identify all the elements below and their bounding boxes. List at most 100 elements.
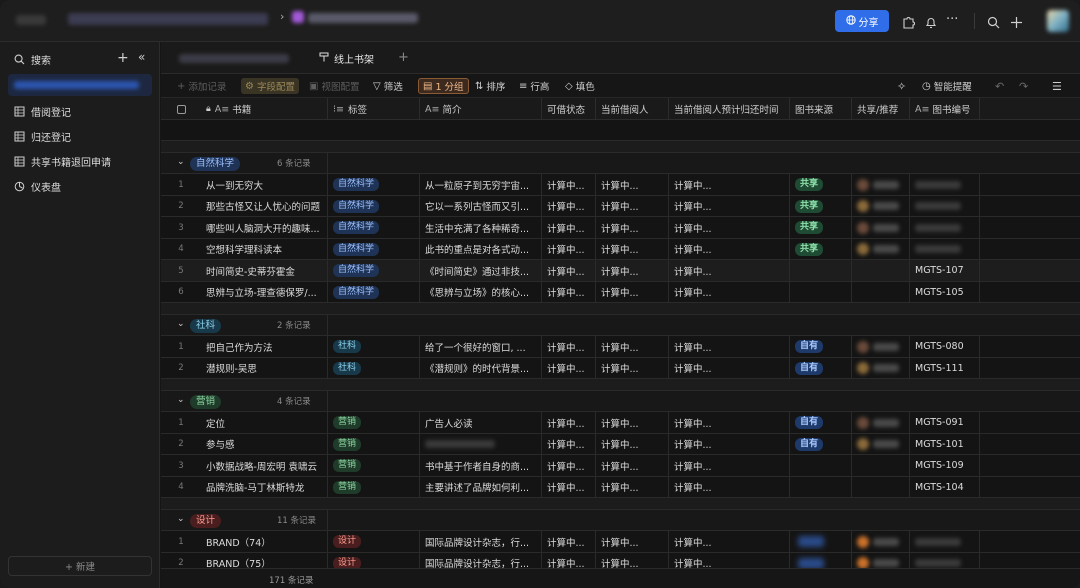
cell-rec[interactable] [852,552,910,568]
cell-due[interactable]: 计算中... [669,412,790,433]
cell-rec[interactable] [852,217,910,238]
base-title[interactable] [308,13,418,23]
cell-title[interactable]: 哪些叫人脑洞大开的趣味... [201,217,328,238]
table-row[interactable]: 1 BRAND（74） 设计 国际品牌设计杂志，行... 计算中... 计算中... 计算中… [161,531,1080,553]
cell-title[interactable]: 把自己作为方法 [201,336,328,357]
cell-borrower[interactable]: 计算中... [596,174,669,195]
cell-due[interactable]: 计算中... [669,217,790,238]
cell-title[interactable]: 那些古怪又让人忧心的问题 [201,195,328,217]
cell-source[interactable] [790,281,852,303]
column-header-borrower[interactable]: 当前借阅人 [596,98,669,120]
cell-n[interactable]: 1 [161,336,201,357]
cell-intro[interactable]: 国际品牌设计杂志，行... [420,531,542,552]
more-icon[interactable]: ··· [946,12,958,27]
view-config-button[interactable]: ▣ 视图配置 [309,78,359,94]
cell-rec[interactable] [852,412,910,433]
cell-due[interactable]: 计算中... [669,195,790,217]
cell-tag[interactable]: 社科 [328,336,420,357]
sidebar-item-dashboard[interactable]: 仪表盘 [8,175,152,197]
cell-tag[interactable]: 营销 [328,455,420,476]
cell-borrower[interactable]: 计算中... [596,260,669,281]
fill-button[interactable]: ◇ 填色 [565,78,595,94]
sidebar-item-shared-return[interactable]: 共享书籍退回申请 [8,150,152,172]
cell-code[interactable] [910,238,980,260]
field-config-button[interactable]: ⚙ 字段配置 [241,78,299,94]
chevron-down-icon[interactable]: ⌄ [177,514,185,524]
group-header[interactable]: ⌄ 营销 4 条记录 [161,390,1080,412]
cell-status[interactable]: 计算中... [542,217,596,238]
cell-source[interactable] [790,476,852,498]
plus-icon[interactable] [1010,14,1023,33]
collapse-sidebar-icon[interactable]: « [138,50,145,64]
cell-code[interactable]: MGTS-091 [910,412,980,433]
cell-rec[interactable] [852,281,910,303]
cell-code[interactable] [910,195,980,217]
cell-source[interactable] [790,531,852,552]
cell-borrower[interactable]: 计算中... [596,336,669,357]
cell-rec[interactable] [852,433,910,455]
cell-rec[interactable] [852,238,910,260]
cell-status[interactable]: 计算中... [542,174,596,195]
select-all-checkbox[interactable] [161,98,201,120]
cell-n[interactable]: 2 [161,358,201,379]
cell-title[interactable]: BRAND（75） [201,552,328,568]
table-row[interactable]: 2 参与感 营销 计算中... 计算中... 计算中... 自有 MGTS-101 [161,433,1080,455]
cell-n[interactable]: 1 [161,412,201,433]
cell-n[interactable]: 4 [161,477,201,498]
cell-intro[interactable]: 《时间简史》通过非技... [420,260,542,281]
cell-code[interactable]: MGTS-109 [910,455,980,476]
chevron-down-icon[interactable]: ⌄ [177,319,185,329]
cell-n[interactable]: 4 [161,239,201,260]
back-icon[interactable] [16,15,46,25]
cell-status[interactable]: 计算中... [542,357,596,379]
cell-code[interactable] [910,552,980,568]
cell-intro[interactable]: 国际品牌设计杂志，行... [420,552,542,568]
cell-status[interactable]: 计算中... [542,412,596,433]
cell-source[interactable]: 自有 [790,336,852,357]
search-icon[interactable] [987,14,1000,33]
cell-title[interactable]: 空想科学理科读本 [201,238,328,260]
sidebar-item-active[interactable] [8,74,152,96]
cell-borrower[interactable]: 计算中... [596,476,669,498]
cell-title[interactable]: 时间简史-史蒂芬霍金 [201,260,328,281]
table-row[interactable]: 4 空想科学理科读本 自然科学 此书的重点是对各式动... 计算中... 计算中... 计算… [161,238,1080,260]
redo-icon[interactable]: ↷ [1019,78,1028,94]
cell-tag[interactable]: 自然科学 [328,195,420,217]
cell-code[interactable]: MGTS-080 [910,336,980,357]
cell-intro[interactable]: 生活中充满了各种稀奇... [420,217,542,238]
table-row[interactable]: 3 小数据战略-周宏明 袁啸云 营销 书中基于作者自身的商... 计算中... 计算中..… [161,455,1080,477]
cell-title[interactable]: 参与感 [201,433,328,455]
tab-online-shelf[interactable]: 线上书架 [311,42,393,74]
cell-rec[interactable] [852,476,910,498]
cell-due[interactable]: 计算中... [669,336,790,357]
plugin-icon[interactable] [902,14,915,33]
cell-status[interactable]: 计算中... [542,336,596,357]
table-row[interactable]: 1 把自己作为方法 社科 给了一个很好的窗口, ... 计算中... 计算中... 计算中.… [161,336,1080,358]
cell-rec[interactable] [852,195,910,217]
sort-button[interactable]: ⇅ 排序 [475,78,505,94]
cell-rec[interactable] [852,336,910,357]
cell-n[interactable]: 1 [161,174,201,195]
sidebar-search[interactable]: 搜索 [8,48,108,70]
toolbar-more-icon[interactable]: ☰ [1052,78,1062,94]
cell-intro[interactable]: 给了一个很好的窗口, ... [420,336,542,357]
table-row[interactable]: 2 BRAND（75） 设计 国际品牌设计杂志，行... 计算中... 计算中... 计算中… [161,552,1080,568]
cell-borrower[interactable]: 计算中... [596,531,669,552]
cell-due[interactable]: 计算中... [669,455,790,476]
cell-due[interactable]: 计算中... [669,433,790,455]
cell-n[interactable]: 3 [161,217,201,238]
cell-due[interactable]: 计算中... [669,281,790,303]
cell-code[interactable]: MGTS-104 [910,476,980,498]
cell-borrower[interactable]: 计算中... [596,552,669,568]
cell-tag[interactable]: 社科 [328,357,420,379]
cell-tag[interactable]: 设计 [328,531,420,552]
cell-intro[interactable]: 《思辨与立场》的核心... [420,281,542,303]
cell-n[interactable]: 1 [161,531,201,552]
add-tab-icon[interactable]: + [398,50,409,65]
sidebar-item-return[interactable]: 归还登记 [8,125,152,147]
avatar[interactable] [1047,10,1069,32]
cell-n[interactable]: 5 [161,260,201,281]
cell-status[interactable]: 计算中... [542,455,596,476]
cell-title[interactable]: 从一到无穷大 [201,174,328,195]
cell-title[interactable]: 思辨与立场-理查德保罗/... [201,281,328,303]
